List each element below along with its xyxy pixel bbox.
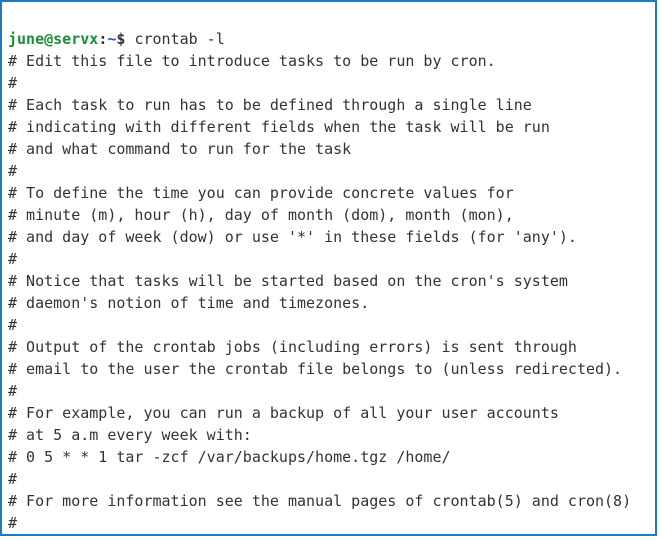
output-line: # To define the time you can provide con…: [8, 184, 514, 202]
output-line: # Each task to run has to be defined thr…: [8, 96, 532, 114]
output-line: # Output of the crontab jobs (including …: [8, 338, 577, 356]
output-line: # email to the user the crontab file bel…: [8, 360, 622, 378]
output-line: # For example, you can run a backup of a…: [8, 404, 559, 422]
prompt-user: june@servx: [8, 30, 98, 48]
output-line: # minute (m), hour (h), day of month (do…: [8, 206, 514, 224]
output-line: # at 5 a.m every week with:: [8, 426, 252, 444]
output-line: # Edit this file to introduce tasks to b…: [8, 52, 496, 70]
output-line: #: [8, 382, 17, 400]
prompt-line-1: june@servx:~$ crontab -l: [8, 30, 225, 48]
output-line: #: [8, 514, 17, 532]
output-line: # For more information see the manual pa…: [8, 492, 631, 510]
entered-command: crontab -l: [134, 30, 224, 48]
output-line: # and day of week (dow) or use '*' in th…: [8, 228, 577, 246]
output-line: #: [8, 470, 17, 488]
output-line: # 0 5 * * 1 tar -zcf /var/backups/home.t…: [8, 448, 451, 466]
output-line: # indicating with different fields when …: [8, 118, 550, 136]
output-line: #: [8, 316, 17, 334]
output-line: #: [8, 162, 17, 180]
output-line: # daemon's notion of time and timezones.: [8, 294, 369, 312]
output-line: #: [8, 250, 17, 268]
output-line: #: [8, 74, 17, 92]
output-line: # and what command to run for the task: [8, 140, 351, 158]
output-line: # Notice that tasks will be started base…: [8, 272, 568, 290]
terminal-window[interactable]: june@servx:~$ crontab -l # Edit this fil…: [0, 0, 657, 536]
prompt-separator: :: [98, 30, 107, 48]
prompt-dollar: $: [116, 30, 125, 48]
